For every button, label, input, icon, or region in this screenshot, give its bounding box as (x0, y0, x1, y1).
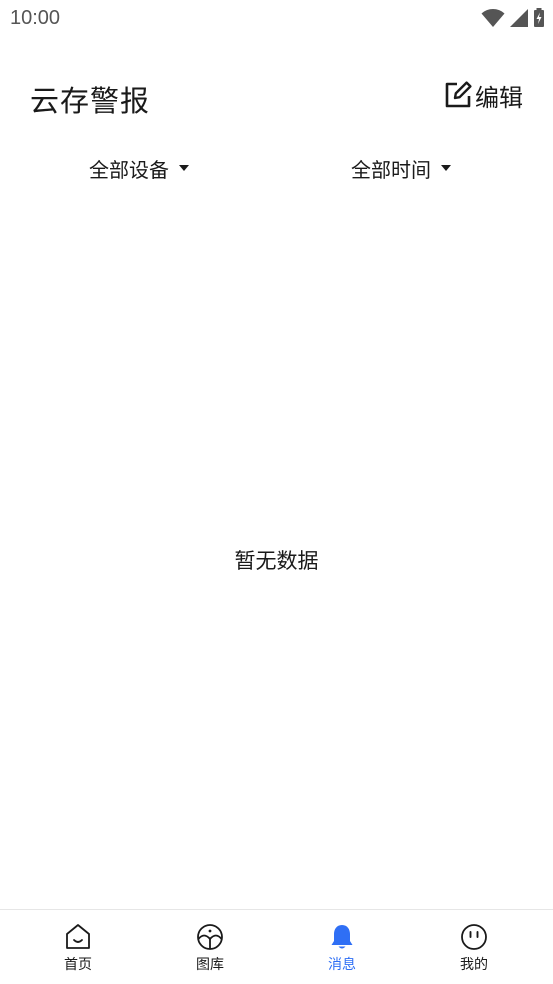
edit-button[interactable]: 编辑 (443, 78, 523, 112)
caret-down-icon (179, 165, 189, 171)
home-icon (66, 924, 90, 949)
nav-item-messages[interactable]: 消息 (297, 922, 387, 978)
wifi-icon (481, 9, 505, 27)
status-icons (481, 8, 545, 28)
nav-item-home[interactable]: 首页 (33, 922, 123, 978)
time-filter-label: 全部时间 (351, 157, 431, 182)
nav-label-mine: 我的 (460, 957, 488, 973)
edit-label: 编辑 (475, 83, 523, 112)
edit-icon (445, 81, 472, 108)
time-filter-dropdown[interactable]: 全部时间 (351, 150, 451, 186)
page-title: 云存警报 (30, 84, 151, 118)
filter-bar: 全部设备 全部时间 (0, 150, 553, 186)
status-time: 10:00 (10, 7, 61, 29)
bottom-nav: 首页 图库 消息 我的 (0, 909, 553, 984)
caret-down-icon (441, 165, 451, 171)
profile-icon (461, 924, 487, 950)
bell-icon (331, 925, 353, 949)
nav-item-mine[interactable]: 我的 (429, 922, 519, 978)
nav-item-gallery[interactable]: 图库 (165, 922, 255, 978)
gallery-icon (197, 924, 223, 950)
device-filter-dropdown[interactable]: 全部设备 (89, 150, 189, 186)
header: 云存警报 编辑 (0, 70, 553, 126)
cloud-alarm-page: 10:00 云存警报 编辑 全部设备 全部时间 暂无数据 首页 图库 消息 我的 (0, 0, 553, 984)
battery-charging-icon (534, 8, 544, 27)
empty-state-text: 暂无数据 (234, 549, 319, 573)
nav-label-messages: 消息 (328, 957, 356, 973)
status-bar: 10:00 (0, 0, 553, 38)
nav-label-gallery: 图库 (196, 957, 224, 973)
device-filter-label: 全部设备 (89, 157, 169, 182)
cell-signal-icon (510, 9, 528, 27)
nav-label-home: 首页 (64, 957, 92, 973)
